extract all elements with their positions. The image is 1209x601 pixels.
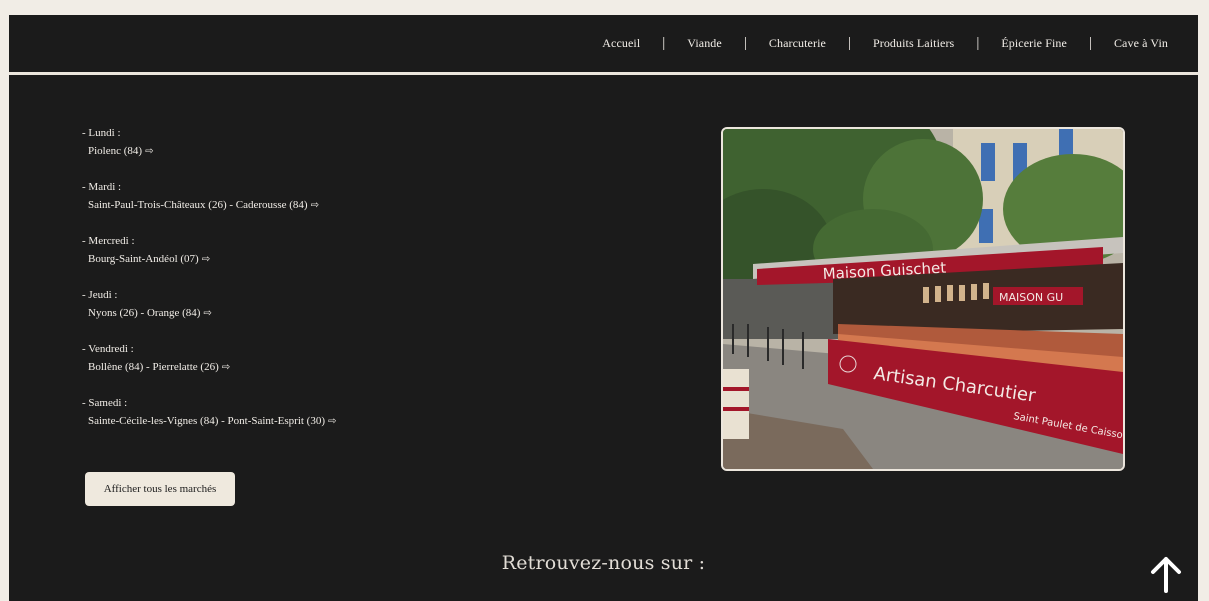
day-label: - Lundi :	[82, 127, 121, 139]
market-schedule: - Lundi : Piolenc (84) ⇨ - Mardi : Saint-…	[82, 125, 482, 449]
nav-item-cave-a-vin[interactable]: Cave à Vin	[1114, 36, 1168, 51]
social-section-title: Retrouvez-nous sur :	[501, 552, 706, 574]
schedule-day-mercredi: - Mercredi : Bourg-Saint-Andéol (07) ⇨	[82, 233, 482, 287]
day-label: - Mercredi :	[82, 235, 135, 247]
page-frame: Accueil | Viande | Charcuterie | Produit…	[9, 15, 1198, 601]
market-link-jeudi[interactable]: Nyons (26) - Orange (84) ⇨	[82, 305, 482, 323]
main-navbar: Accueil | Viande | Charcuterie | Produit…	[9, 15, 1198, 75]
show-all-markets-button[interactable]: Afficher tous les marchés	[85, 472, 235, 506]
arrow-up-icon	[1151, 557, 1181, 593]
schedule-day-jeudi: - Jeudi : Nyons (26) - Orange (84) ⇨	[82, 287, 482, 341]
nav-separator: |	[1088, 35, 1092, 51]
market-link-vendredi[interactable]: Bollène (84) - Pierrelatte (26) ⇨	[82, 359, 482, 377]
arrow-right-icon: ⇨	[145, 145, 154, 157]
market-link-lundi[interactable]: Piolenc (84) ⇨	[82, 143, 482, 161]
nav-item-viande[interactable]: Viande	[687, 36, 722, 51]
market-places: Bollène (84) - Pierrelatte (26)	[88, 360, 219, 373]
market-link-samedi[interactable]: Sainte-Cécile-les-Vignes (84) - Pont-Sai…	[82, 413, 482, 431]
nav-item-accueil[interactable]: Accueil	[602, 36, 640, 51]
schedule-day-mardi: - Mardi : Saint-Paul-Trois-Châteaux (26)…	[82, 179, 482, 233]
schedule-day-vendredi: - Vendredi : Bollène (84) - Pierrelatte …	[82, 341, 482, 395]
market-places: Sainte-Cécile-les-Vignes (84) - Pont-Sai…	[88, 414, 326, 427]
nav-item-produits-laitiers[interactable]: Produits Laitiers	[873, 36, 954, 51]
market-stall-photo: Maison Guischet MAISON GU Artisan Charcu…	[721, 127, 1125, 471]
day-label: - Jeudi :	[82, 289, 118, 301]
nav-item-epicerie-fine[interactable]: Épicerie Fine	[1001, 36, 1067, 51]
arrow-right-icon: ⇨	[310, 199, 319, 211]
market-link-mardi[interactable]: Saint-Paul-Trois-Châteaux (26) - Caderou…	[82, 197, 482, 215]
nav-item-charcuterie[interactable]: Charcuterie	[769, 36, 826, 51]
schedule-day-samedi: - Samedi : Sainte-Cécile-les-Vignes (84)…	[82, 395, 482, 449]
market-stall-illustration: Maison Guischet MAISON GU Artisan Charcu…	[723, 129, 1123, 469]
market-places: Bourg-Saint-Andéol (07)	[88, 252, 199, 265]
scroll-to-top-button[interactable]	[1149, 555, 1183, 595]
nav-separator: |	[976, 35, 980, 51]
nav-separator: |	[662, 35, 666, 51]
market-places: Piolenc (84)	[88, 144, 143, 157]
arrow-right-icon: ⇨	[203, 307, 212, 319]
stall-awning-text: MAISON GU	[999, 291, 1063, 304]
nav-separator: |	[743, 35, 747, 51]
day-label: - Vendredi :	[82, 343, 134, 355]
nav-separator: |	[847, 35, 851, 51]
market-places: Saint-Paul-Trois-Châteaux (26) - Caderou…	[88, 198, 308, 211]
day-label: - Mardi :	[82, 181, 122, 193]
arrow-right-icon: ⇨	[201, 253, 211, 265]
schedule-day-lundi: - Lundi : Piolenc (84) ⇨	[82, 125, 482, 179]
market-places: Nyons (26) - Orange (84)	[88, 306, 201, 319]
arrow-right-icon: ⇨	[328, 415, 337, 427]
arrow-right-icon: ⇨	[221, 361, 231, 373]
day-label: - Samedi :	[82, 397, 128, 409]
market-link-mercredi[interactable]: Bourg-Saint-Andéol (07) ⇨	[82, 251, 482, 269]
